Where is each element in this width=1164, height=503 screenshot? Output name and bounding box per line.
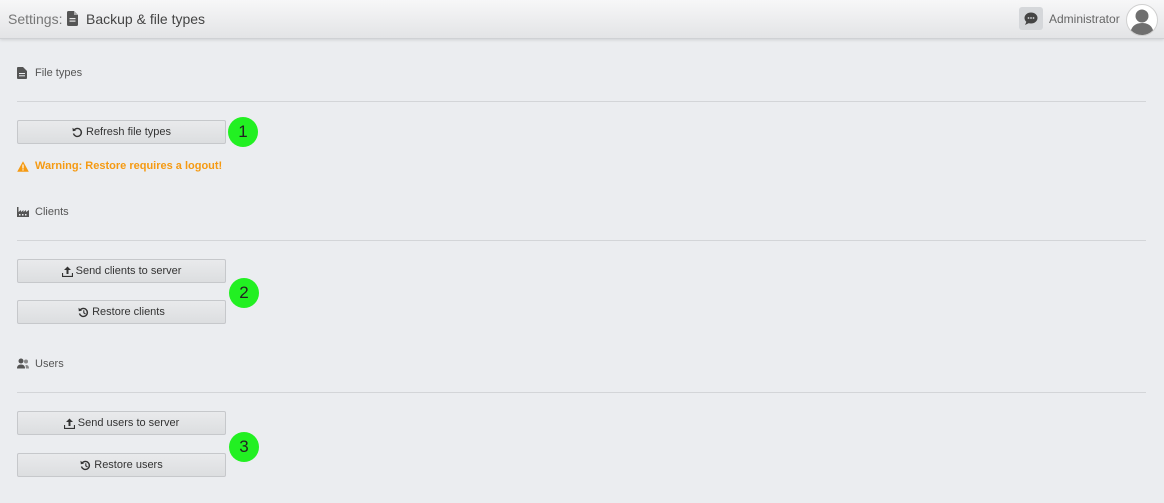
history-icon [80, 460, 91, 471]
section-title: File types [35, 67, 83, 79]
user-avatar-icon[interactable] [1126, 4, 1158, 36]
history-icon [78, 307, 89, 318]
step-badge: 3 [229, 432, 259, 462]
refresh-icon [72, 127, 83, 138]
chat-button[interactable] [1019, 7, 1043, 30]
send-users-button[interactable]: Send users to server [17, 411, 226, 435]
file-icon [17, 67, 29, 79]
refresh-file-types-button[interactable]: Refresh file types [17, 120, 226, 144]
chat-icon [1024, 12, 1038, 25]
button-label: Restore users [94, 459, 163, 471]
section-users-header: Users [17, 358, 64, 370]
top-bar: Settings: Backup & file types Administra… [0, 0, 1164, 39]
section-title: Clients [35, 206, 69, 218]
restore-warning: Warning: Restore requires a logout! [17, 160, 222, 172]
page-title: Backup & file types [86, 11, 206, 27]
warning-text: Warning: Restore requires a logout! [35, 160, 223, 172]
factory-icon [17, 206, 29, 218]
user-name[interactable]: Administrator [1049, 12, 1120, 26]
warning-icon [17, 160, 29, 172]
button-label: Refresh file types [86, 126, 171, 138]
divider [17, 392, 1146, 393]
step-badge: 2 [229, 278, 259, 308]
restore-users-button[interactable]: Restore users [17, 453, 226, 477]
send-clients-button[interactable]: Send clients to server [17, 259, 226, 283]
section-title: Users [35, 358, 64, 370]
breadcrumb-prefix: Settings: [8, 11, 63, 27]
users-icon [17, 358, 29, 370]
button-label: Send clients to server [75, 265, 182, 277]
file-icon [67, 11, 78, 26]
section-file-types-header: File types [17, 67, 82, 79]
section-clients-header: Clients [17, 206, 69, 218]
restore-clients-button[interactable]: Restore clients [17, 300, 226, 324]
upload-icon [61, 266, 73, 277]
divider [17, 101, 1146, 102]
step-badge: 1 [228, 117, 258, 147]
button-label: Send users to server [77, 417, 180, 429]
upload-icon [63, 418, 75, 429]
divider [17, 240, 1146, 241]
button-label: Restore clients [92, 306, 165, 318]
